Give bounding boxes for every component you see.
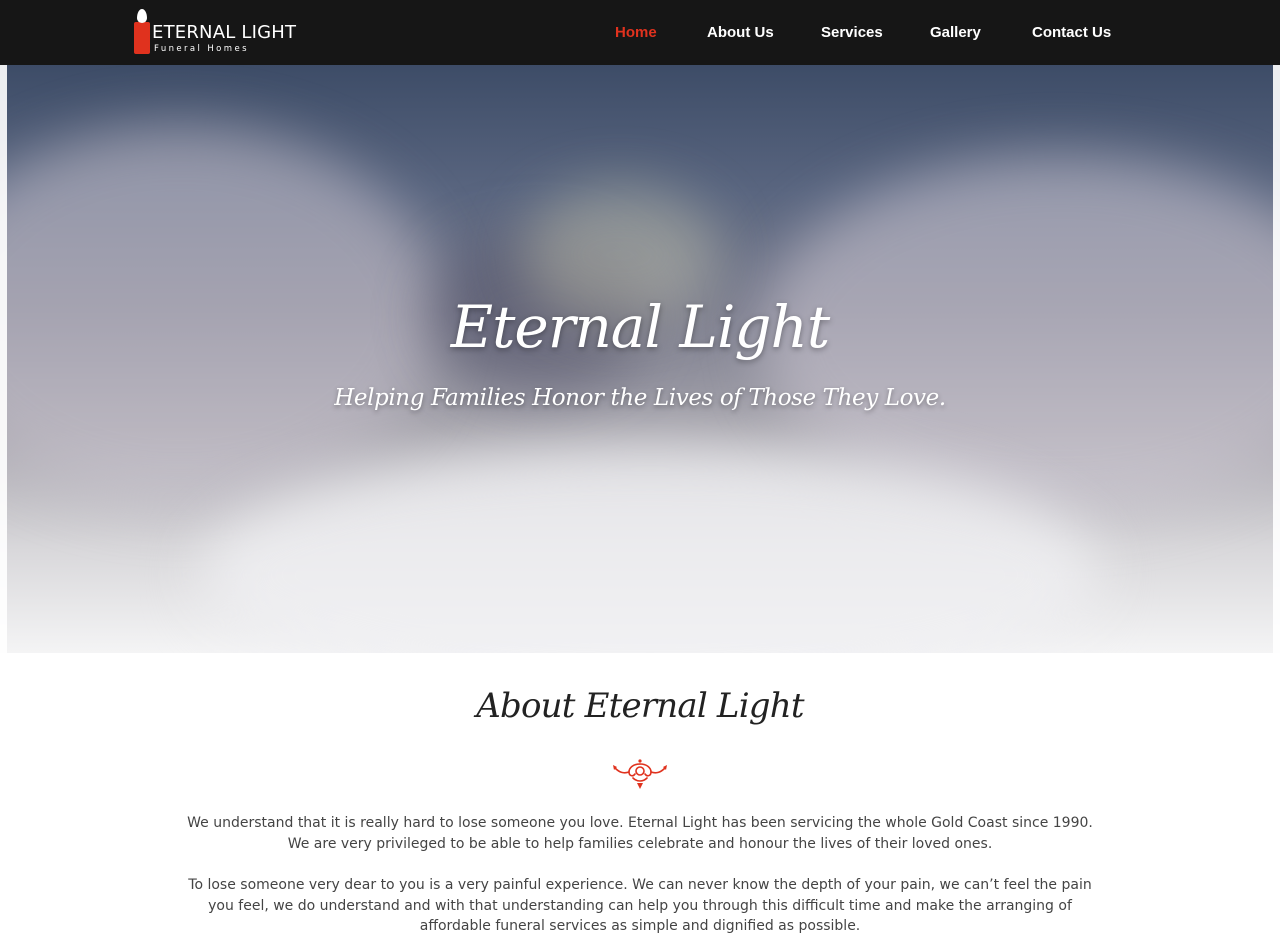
nav-home[interactable]: Home bbox=[615, 24, 657, 41]
site-header: ETERNAL LIGHT Funeral Homes Home About U… bbox=[0, 0, 1280, 65]
hero-title: Eternal Light bbox=[450, 293, 830, 361]
hero-banner: Eternal Light Helping Families Honor the… bbox=[0, 65, 1280, 653]
hero-subtitle: Helping Families Honor the Lives of Thos… bbox=[334, 385, 946, 411]
flourish-ornament-icon bbox=[613, 759, 667, 789]
brand-tagline: Funeral Homes bbox=[154, 44, 249, 54]
about-paragraph: We understand that it is really hard to … bbox=[187, 815, 1093, 852]
about-title: About Eternal Light bbox=[476, 686, 804, 726]
nav-about-us[interactable]: About Us bbox=[707, 24, 774, 41]
nav-contact-us[interactable]: Contact Us bbox=[1032, 24, 1111, 41]
flame-icon bbox=[137, 9, 147, 23]
nav-gallery[interactable]: Gallery bbox=[930, 24, 981, 41]
nav-services[interactable]: Services bbox=[821, 24, 883, 41]
about-paragraph: To lose someone very dear to you is a ve… bbox=[188, 877, 1092, 934]
main-nav: Home About Us Services Gallery Contact U… bbox=[0, 24, 1280, 44]
